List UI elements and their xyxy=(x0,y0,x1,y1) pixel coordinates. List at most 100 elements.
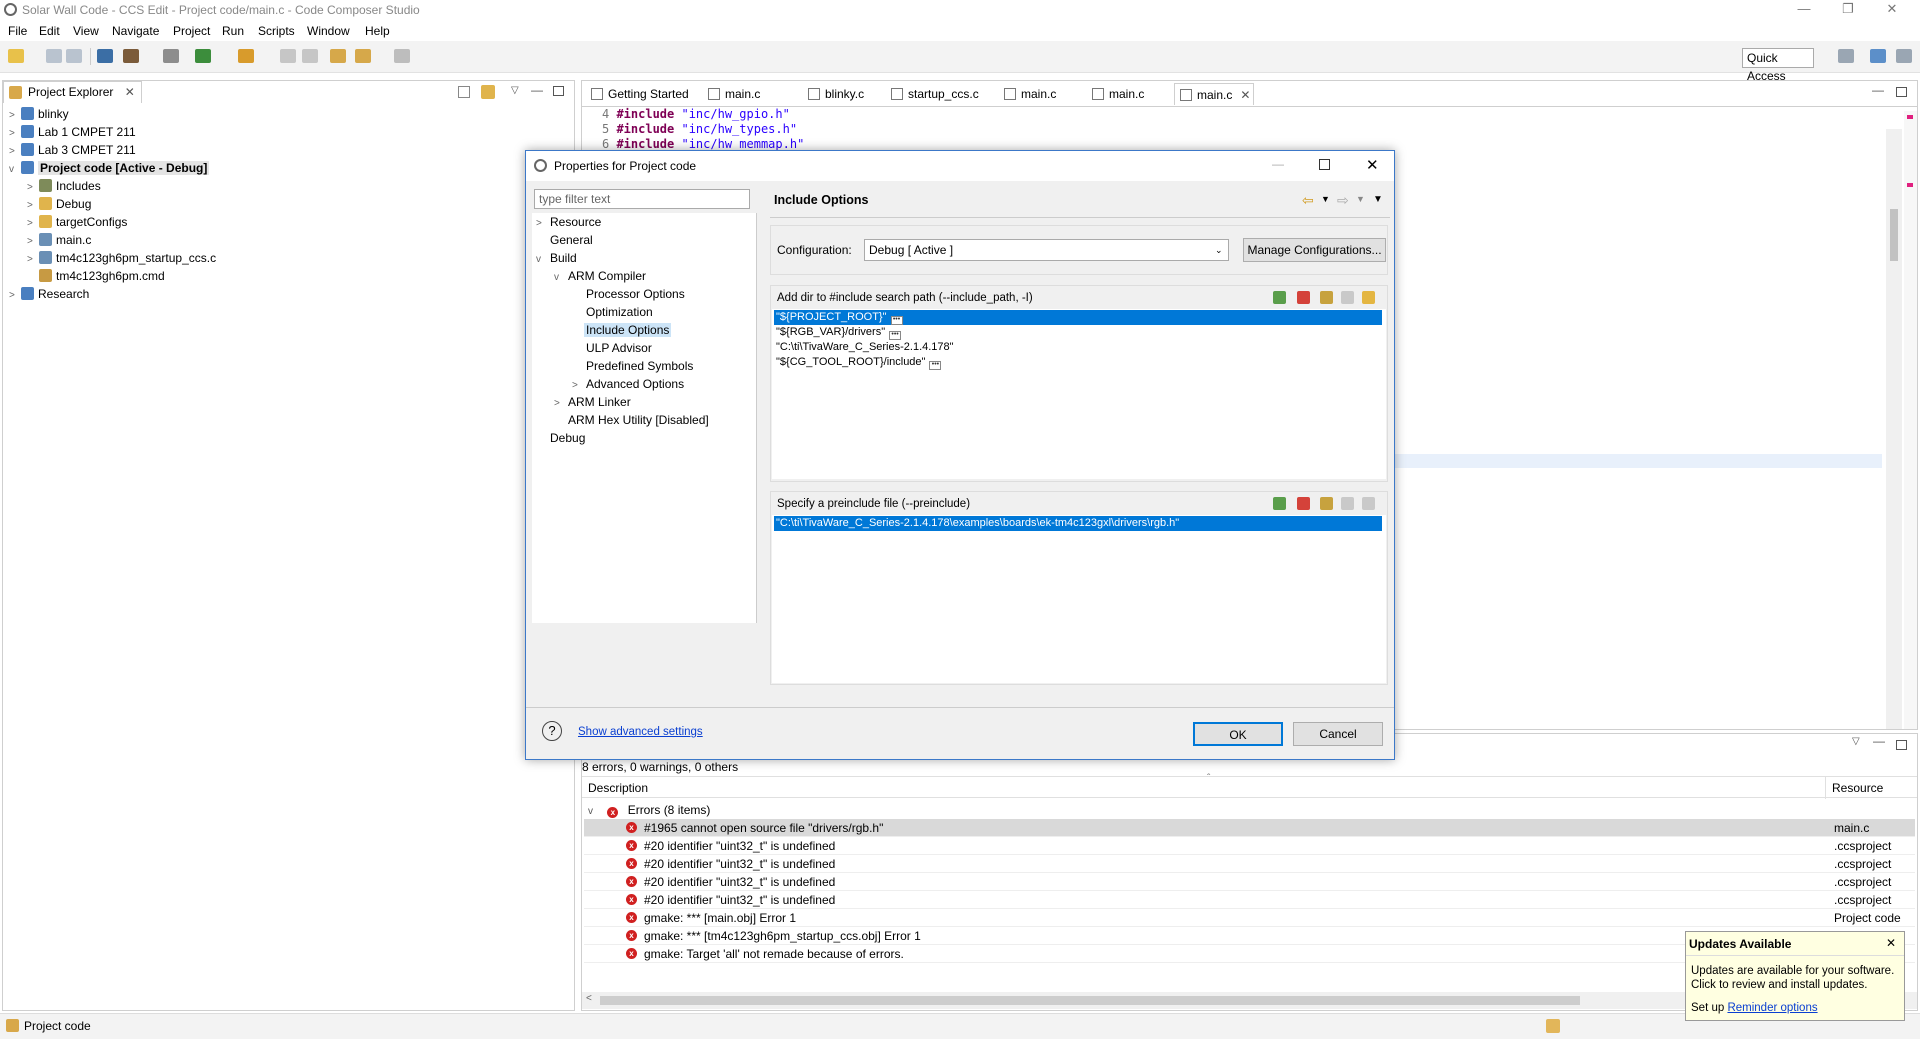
expand-icon[interactable]: v xyxy=(536,251,548,269)
editor-tab[interactable]: startup_ccs.c xyxy=(886,83,999,105)
menu-project[interactable]: Project xyxy=(173,24,210,38)
save-all-icon[interactable] xyxy=(66,49,82,63)
editor-tab[interactable]: main.c xyxy=(999,83,1087,105)
variable-icon[interactable]: ••• xyxy=(890,316,903,325)
errors-group[interactable]: v x Errors (8 items) xyxy=(582,801,710,819)
nav-item[interactable]: v ARM Compiler xyxy=(554,267,648,285)
tree-item[interactable]: > targetConfigs xyxy=(27,213,127,231)
menu-navigate[interactable]: Navigate xyxy=(112,24,159,38)
forward-nav-icon[interactable]: ⇨ xyxy=(1337,192,1349,209)
tree-item[interactable]: > blinky xyxy=(9,105,69,123)
expand-icon[interactable]: v xyxy=(554,269,566,287)
nav-item[interactable]: General xyxy=(536,231,595,249)
menu-help[interactable]: Help xyxy=(365,24,390,38)
path-item[interactable]: "${CG_TOOL_ROOT}/include" ••• xyxy=(774,355,1382,370)
move-down-icon[interactable] xyxy=(1362,497,1375,510)
problem-row[interactable]: x #20 identifier "uint32_t" is undefined.… xyxy=(584,891,1915,909)
dialog-close-icon[interactable]: ✕ xyxy=(1366,156,1379,174)
nav-item[interactable]: ULP Advisor xyxy=(572,339,654,357)
forward-icon[interactable] xyxy=(394,49,410,63)
flash-icon[interactable] xyxy=(238,49,254,63)
expand-icon[interactable]: > xyxy=(9,287,21,305)
quick-access-field[interactable]: Quick Access xyxy=(1742,48,1814,83)
link-editor-icon[interactable] xyxy=(481,85,495,99)
console-icon[interactable] xyxy=(97,49,113,63)
tree-item[interactable]: > Debug xyxy=(27,195,91,213)
expand-icon[interactable]: v xyxy=(9,161,21,179)
last-edit-icon[interactable] xyxy=(330,49,346,63)
tree-item[interactable]: > Research xyxy=(9,285,89,303)
editor-tab[interactable]: main.c ✕ xyxy=(1174,83,1254,105)
nav-item[interactable]: Processor Options xyxy=(572,285,687,303)
menu-edit[interactable]: Edit xyxy=(39,24,60,38)
reminder-options-link[interactable]: Reminder options xyxy=(1727,1002,1817,1014)
debug-icon[interactable] xyxy=(195,49,211,63)
problem-row[interactable]: x #1965 cannot open source file "drivers/… xyxy=(584,819,1915,837)
nav-item[interactable]: v Build xyxy=(536,249,579,267)
tree-item[interactable]: > Includes xyxy=(27,177,101,195)
nav-item[interactable]: Debug xyxy=(536,429,587,447)
filter-input[interactable]: type filter text xyxy=(534,189,750,209)
dialog-minimize-icon[interactable]: — xyxy=(1272,157,1284,171)
cancel-button[interactable]: Cancel xyxy=(1293,722,1383,746)
nav-item[interactable]: > ARM Linker xyxy=(554,393,633,411)
path-item[interactable]: "C:\ti\TivaWare_C_Series-2.1.4.178\examp… xyxy=(774,516,1382,531)
move-down-icon[interactable] xyxy=(1362,291,1375,304)
minimize-problems-icon[interactable]: — xyxy=(1873,734,1885,748)
add-icon[interactable] xyxy=(1273,291,1286,304)
help-icon[interactable]: ? xyxy=(542,721,562,741)
maximize-icon[interactable]: ❐ xyxy=(1826,0,1870,20)
nav-item[interactable]: ARM Hex Utility [Disabled] xyxy=(554,411,711,429)
back-nav-icon[interactable]: ⇦ xyxy=(1302,192,1314,209)
editor-tab[interactable]: Getting Started xyxy=(586,83,703,105)
close-icon[interactable]: ✕ xyxy=(1870,0,1914,20)
build-icon[interactable] xyxy=(123,49,139,63)
manage-configurations-button[interactable]: Manage Configurations... xyxy=(1243,238,1386,262)
path-item[interactable]: "${RGB_VAR}/drivers" ••• xyxy=(774,325,1382,340)
page-menu-icon[interactable]: ▼ xyxy=(1373,194,1383,205)
save-icon[interactable] xyxy=(46,49,62,63)
editor-tab[interactable]: main.c xyxy=(1087,83,1174,105)
tab-project-explorer[interactable]: Project Explorer ✕ xyxy=(3,81,142,103)
close-tab-icon[interactable]: ✕ xyxy=(1240,88,1250,102)
problem-row[interactable]: x #20 identifier "uint32_t" is undefined.… xyxy=(584,873,1915,891)
path-item[interactable]: "${PROJECT_ROOT}" ••• xyxy=(774,310,1382,325)
minimize-editor-icon[interactable]: — xyxy=(1872,83,1884,97)
column-resource[interactable]: Resource xyxy=(1832,781,1883,795)
menu-run[interactable]: Run xyxy=(222,24,244,38)
open-perspective-icon[interactable] xyxy=(1838,49,1854,63)
nav-item[interactable]: Include Options xyxy=(572,321,672,339)
menu-scripts[interactable]: Scripts xyxy=(258,24,295,38)
back-icon[interactable] xyxy=(355,49,371,63)
nav-item[interactable]: Predefined Symbols xyxy=(572,357,695,375)
collapse-all-icon[interactable] xyxy=(458,86,470,98)
ccs-debug-perspective-icon[interactable] xyxy=(1896,49,1912,63)
back-dropdown-icon[interactable]: ▼ xyxy=(1321,194,1330,204)
problem-row[interactable]: x #20 identifier "uint32_t" is undefined.… xyxy=(584,855,1915,873)
configuration-select[interactable]: Debug [ Active ] ⌄ xyxy=(864,239,1229,261)
tree-item[interactable]: tm4c123gh6pm.cmd xyxy=(27,267,165,285)
maximize-editor-icon[interactable] xyxy=(1896,87,1907,97)
view-menu-icon[interactable]: ▽ xyxy=(511,85,519,96)
edit-icon[interactable] xyxy=(1320,291,1333,304)
nav-item[interactable]: Optimization xyxy=(572,303,655,321)
maximize-problems-icon[interactable] xyxy=(1896,740,1907,750)
ok-button[interactable]: OK xyxy=(1193,722,1283,746)
preinclude-list[interactable]: "C:\ti\TivaWare_C_Series-2.1.4.178\examp… xyxy=(772,515,1386,683)
nav-item[interactable]: > Advanced Options xyxy=(572,375,686,393)
edit-icon[interactable] xyxy=(1320,497,1333,510)
column-description[interactable]: Description xyxy=(588,781,648,795)
search-icon[interactable] xyxy=(163,49,179,63)
variable-icon[interactable]: ••• xyxy=(889,331,902,340)
menu-file[interactable]: File xyxy=(8,24,27,38)
tree-item[interactable]: > Lab 1 CMPET 211 xyxy=(9,123,136,141)
tree-item[interactable]: v Project code [Active - Debug] xyxy=(9,159,210,179)
maximize-view-icon[interactable] xyxy=(553,86,564,96)
menu-view[interactable]: View xyxy=(73,24,99,38)
editor-vertical-scrollbar[interactable] xyxy=(1886,129,1902,729)
delete-icon[interactable] xyxy=(1297,291,1310,304)
move-up-icon[interactable] xyxy=(1341,497,1354,510)
tree-item[interactable]: > Lab 3 CMPET 211 xyxy=(9,141,136,159)
include-path-list[interactable]: "${PROJECT_ROOT}" ••• "${RGB_VAR}/drivers"… xyxy=(772,309,1386,479)
new-icon[interactable] xyxy=(8,49,24,63)
